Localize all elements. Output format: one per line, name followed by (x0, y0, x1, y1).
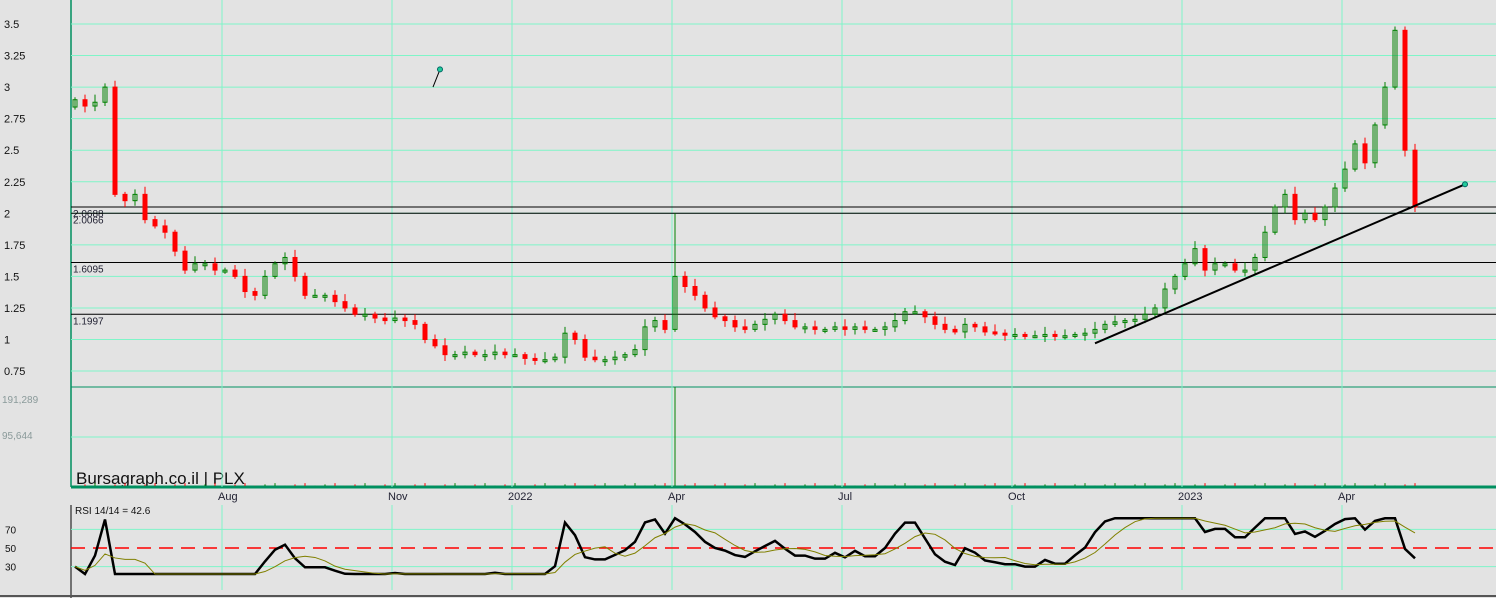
rsi-moving-average (74, 517, 1416, 575)
volume-tick-label: 95,644 (2, 431, 33, 442)
candle-body (372, 313, 378, 319)
y-tick-label: 3 (4, 82, 10, 94)
candle-body (662, 320, 668, 330)
fib-level-label: 2.0066 (73, 215, 104, 226)
candle-body (412, 320, 418, 325)
trendline-handle (1462, 181, 1468, 188)
candle-body (582, 339, 588, 358)
candle-body (702, 294, 708, 309)
candle-body (432, 339, 438, 347)
candle-body (352, 307, 358, 315)
x-tick-label: Aug (218, 491, 238, 503)
candle-body (972, 323, 978, 328)
candle-body (402, 317, 408, 322)
candle-body (1022, 333, 1028, 337)
candle-body (1412, 149, 1418, 208)
candle-body (472, 351, 478, 356)
candle-body (1232, 263, 1238, 271)
y-tick-label: 2.5 (4, 145, 19, 157)
candle-body (1002, 332, 1008, 336)
rsi-tick-label: 30 (5, 563, 17, 574)
candle-body (1292, 193, 1298, 221)
candle-body (592, 356, 598, 361)
candle-body (1202, 248, 1208, 271)
y-tick-label: 1.25 (4, 303, 25, 315)
candle-body (1362, 143, 1368, 164)
y-tick-label: 1.5 (4, 271, 19, 283)
candle-body (172, 231, 178, 252)
rsi-tick-label: 50 (5, 544, 17, 555)
candle-body (792, 320, 798, 328)
candle-body (742, 326, 748, 330)
y-tick-label: 2.75 (4, 114, 25, 126)
rsi-label: RSI 14/14 = 42.6 (75, 506, 151, 517)
candle-body (122, 193, 128, 202)
candle-body (952, 328, 958, 333)
y-tick-label: 3.25 (4, 51, 25, 63)
candle-body (572, 332, 578, 341)
candle-body (252, 291, 258, 296)
candle-body (922, 311, 928, 318)
candle-body (152, 219, 158, 227)
y-tick-label: 3.5 (4, 19, 19, 31)
candle-body (682, 275, 688, 287)
candle-body (1052, 333, 1058, 337)
x-tick-label: Nov (388, 491, 408, 503)
chart-watermark: Bursagraph.co.il | PLX (76, 469, 245, 488)
candle-body (342, 301, 348, 309)
candle-body (162, 225, 168, 233)
candle-body (242, 275, 248, 293)
candle-body (862, 326, 868, 330)
candle-body (692, 285, 698, 296)
trendline (1094, 183, 1466, 345)
candle-body (112, 86, 118, 195)
candle-body (532, 357, 538, 361)
fib-level-label: 1.1997 (73, 316, 104, 327)
x-tick-label: Apr (668, 491, 685, 503)
x-tick-label: 2023 (1178, 491, 1202, 503)
candle-body (812, 326, 818, 330)
y-tick-label: 1.75 (4, 240, 25, 252)
rsi-tick-label: 70 (5, 525, 17, 536)
candle-body (332, 294, 338, 303)
candle-body (522, 354, 528, 359)
candle-body (382, 317, 388, 322)
stock-chart[interactable]: Bursagraph.co.il | PLX RSI 14/14 = 42.6 … (0, 0, 1496, 598)
candle-body (232, 269, 238, 277)
candle-body (292, 256, 298, 277)
candle-body (142, 193, 148, 221)
candle-body (712, 307, 718, 318)
candle-body (842, 326, 848, 330)
candle-body (442, 345, 448, 356)
candle-body (502, 351, 508, 356)
x-tick-label: 2022 (508, 491, 532, 503)
candle-body (992, 331, 998, 335)
candle-body (1312, 212, 1318, 221)
candle-body (422, 323, 428, 340)
marker-handle (437, 66, 443, 73)
candle-body (1402, 29, 1408, 151)
y-tick-label: 2.25 (4, 177, 25, 189)
candle-body (932, 316, 938, 325)
candle-body (942, 323, 948, 330)
candle-body (212, 263, 218, 271)
x-tick-label: Jul (838, 491, 852, 503)
x-tick-label: Oct (1008, 491, 1025, 503)
y-tick-label: 2 (4, 208, 10, 220)
candle-body (182, 250, 188, 271)
candle-body (782, 313, 788, 322)
candle-body (982, 326, 988, 333)
x-tick-label: Apr (1338, 491, 1355, 503)
fib-level-label: 1.6095 (73, 265, 104, 276)
volume-tick-label: 191,289 (2, 395, 39, 406)
candle-body (82, 99, 88, 107)
candle-body (722, 316, 728, 322)
y-tick-label: 1 (4, 335, 10, 347)
candle-body (302, 275, 308, 296)
candle-body (732, 320, 738, 328)
y-tick-label: 0.75 (4, 366, 25, 378)
